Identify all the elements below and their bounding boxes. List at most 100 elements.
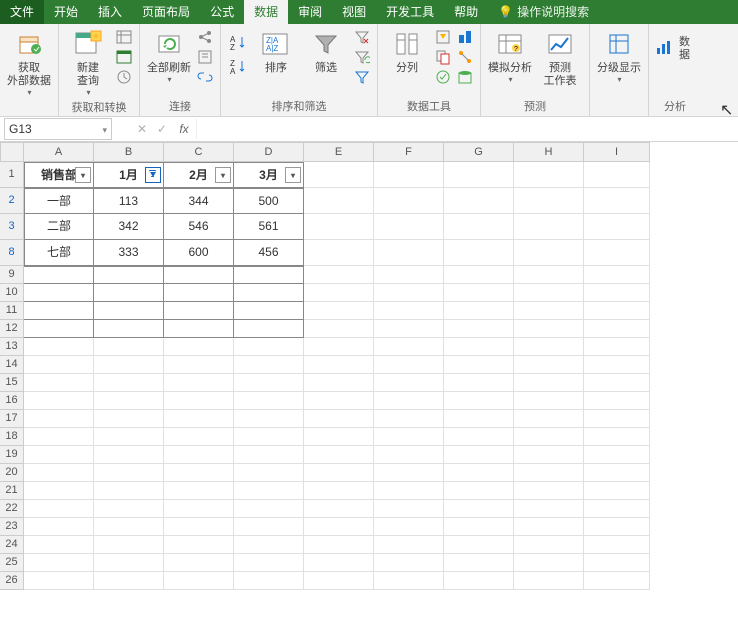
row-header[interactable]: 3 [0, 214, 24, 240]
cell[interactable] [584, 240, 650, 266]
cell[interactable] [234, 428, 304, 446]
cell[interactable] [94, 320, 164, 338]
cell[interactable] [514, 392, 584, 410]
row-header[interactable]: 22 [0, 500, 24, 518]
cell[interactable] [164, 302, 234, 320]
cell[interactable] [24, 518, 94, 536]
cell[interactable] [94, 338, 164, 356]
row-header[interactable]: 14 [0, 356, 24, 374]
cell[interactable] [94, 446, 164, 464]
cell[interactable] [444, 162, 514, 188]
cell[interactable] [514, 162, 584, 188]
cell[interactable] [304, 482, 374, 500]
cell[interactable] [584, 302, 650, 320]
cell[interactable] [234, 536, 304, 554]
cell[interactable] [374, 536, 444, 554]
cell[interactable] [94, 428, 164, 446]
cell[interactable]: 600 [164, 240, 234, 266]
cell[interactable] [94, 572, 164, 590]
row-header[interactable]: 13 [0, 338, 24, 356]
cell[interactable] [444, 572, 514, 590]
cell[interactable]: 456 [234, 240, 304, 266]
connections-button[interactable] [196, 28, 214, 46]
cell[interactable] [304, 374, 374, 392]
tab-review[interactable]: 审阅 [288, 0, 332, 24]
cell[interactable] [444, 374, 514, 392]
edit-links-button[interactable] [196, 68, 214, 86]
cell[interactable] [164, 392, 234, 410]
cell[interactable] [94, 392, 164, 410]
row-header[interactable]: 17 [0, 410, 24, 428]
cell[interactable] [164, 554, 234, 572]
cell[interactable] [24, 482, 94, 500]
filter-dropdown[interactable] [75, 167, 91, 183]
cell[interactable] [444, 464, 514, 482]
cell[interactable] [514, 188, 584, 214]
cell[interactable] [374, 392, 444, 410]
cell[interactable]: 342 [94, 214, 164, 240]
cell[interactable] [24, 572, 94, 590]
row-header[interactable]: 16 [0, 392, 24, 410]
cell[interactable] [234, 284, 304, 302]
cell[interactable] [94, 410, 164, 428]
cell[interactable] [304, 302, 374, 320]
cell[interactable] [584, 214, 650, 240]
cell[interactable] [164, 482, 234, 500]
cell[interactable] [304, 338, 374, 356]
cell[interactable] [584, 188, 650, 214]
cell[interactable] [584, 482, 650, 500]
cell[interactable] [94, 302, 164, 320]
relationships-button[interactable] [456, 48, 474, 66]
cell[interactable] [444, 284, 514, 302]
cell[interactable] [444, 240, 514, 266]
cell[interactable]: 3月 [234, 162, 304, 188]
cell[interactable] [374, 410, 444, 428]
cell[interactable] [94, 482, 164, 500]
cell[interactable] [304, 554, 374, 572]
cell[interactable] [374, 214, 444, 240]
cell[interactable] [584, 518, 650, 536]
cell[interactable] [164, 338, 234, 356]
refresh-all-button[interactable]: 全部刷新 [146, 26, 192, 84]
cell[interactable] [24, 338, 94, 356]
cell[interactable] [164, 320, 234, 338]
filter-button[interactable]: 筛选 [303, 26, 349, 75]
cell[interactable] [304, 410, 374, 428]
row-header[interactable]: 15 [0, 374, 24, 392]
cell[interactable] [374, 356, 444, 374]
tab-formulas[interactable]: 公式 [200, 0, 244, 24]
cell[interactable] [444, 410, 514, 428]
filter-dropdown[interactable] [215, 167, 231, 183]
col-header[interactable]: H [514, 142, 584, 162]
cell[interactable] [444, 536, 514, 554]
cell[interactable] [444, 392, 514, 410]
cell[interactable] [304, 356, 374, 374]
cell[interactable] [374, 554, 444, 572]
cell[interactable] [584, 410, 650, 428]
cell[interactable] [234, 320, 304, 338]
cell[interactable] [164, 266, 234, 284]
row-header[interactable]: 21 [0, 482, 24, 500]
cell[interactable] [164, 572, 234, 590]
enter-button[interactable]: ✓ [152, 122, 172, 136]
row-header[interactable]: 26 [0, 572, 24, 590]
col-header[interactable]: E [304, 142, 374, 162]
cell[interactable] [304, 464, 374, 482]
cell[interactable]: 一部 [24, 188, 94, 214]
cell[interactable] [374, 320, 444, 338]
cell[interactable] [374, 518, 444, 536]
cell[interactable] [304, 214, 374, 240]
cell[interactable] [24, 266, 94, 284]
cell[interactable] [584, 536, 650, 554]
cell[interactable] [374, 266, 444, 284]
new-query-button[interactable]: 新建 查询 [65, 26, 111, 97]
cell[interactable] [304, 572, 374, 590]
cell[interactable] [514, 428, 584, 446]
cell[interactable] [584, 374, 650, 392]
cell[interactable] [24, 428, 94, 446]
data-analysis-button[interactable]: 数据 [655, 26, 695, 62]
row-header[interactable]: 19 [0, 446, 24, 464]
row-header[interactable]: 11 [0, 302, 24, 320]
cell[interactable] [304, 428, 374, 446]
manage-data-model-button[interactable] [456, 68, 474, 86]
